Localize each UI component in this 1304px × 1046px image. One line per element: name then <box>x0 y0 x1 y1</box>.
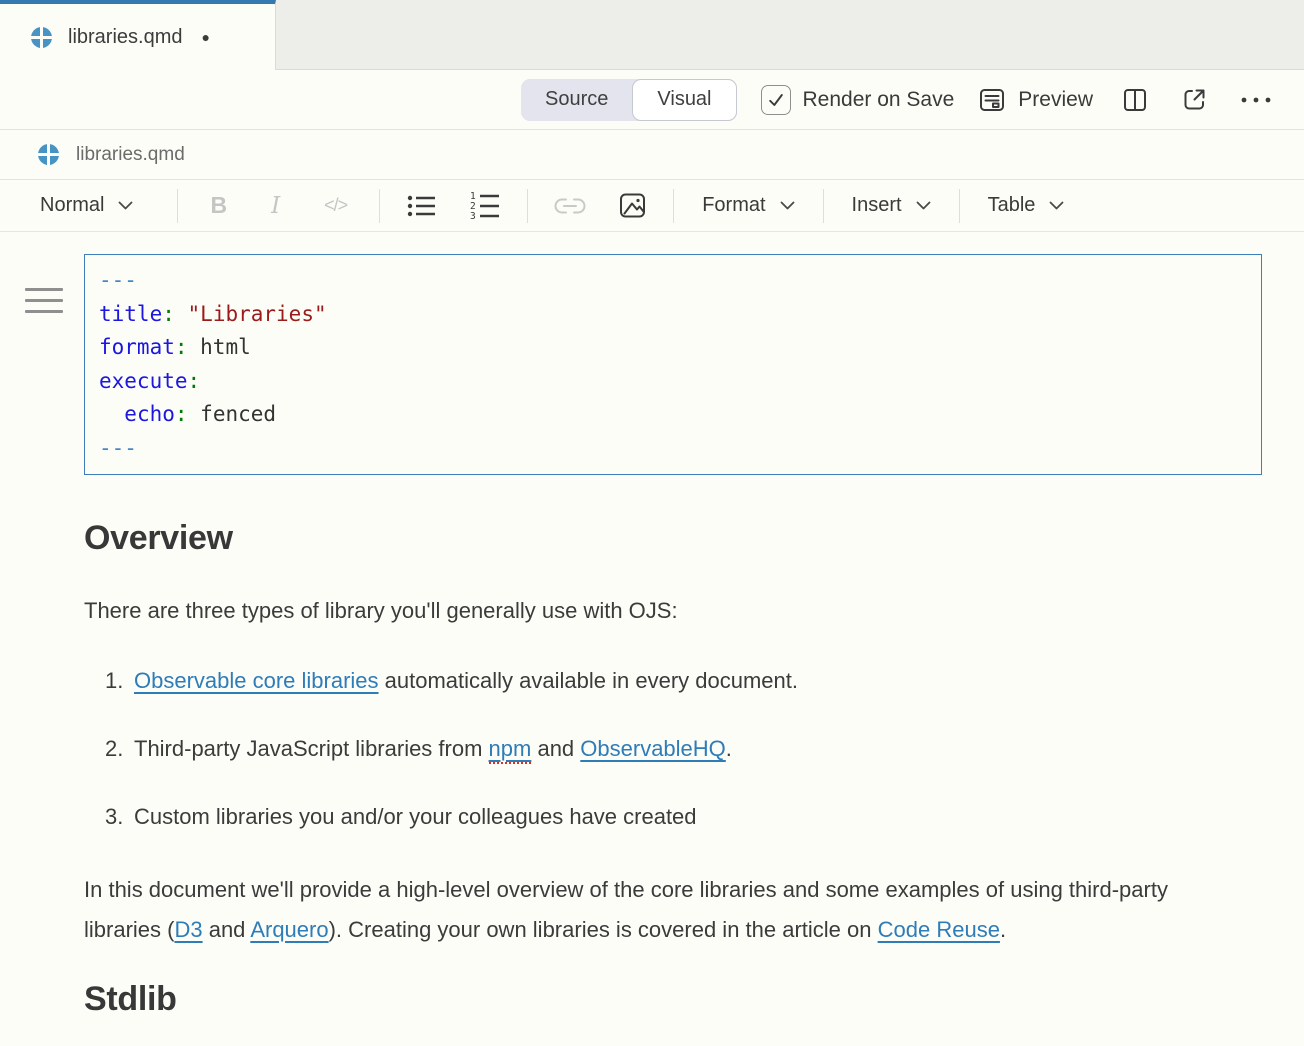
list-item-number: 1. <box>105 666 134 696</box>
text-segment: and <box>203 917 251 942</box>
toolbar-separator <box>959 189 960 223</box>
spellcheck-underline: npm <box>489 736 532 764</box>
link-button[interactable] <box>538 196 602 216</box>
unsaved-dot-indicator: ● <box>201 29 209 45</box>
text-segment: Third-party JavaScript libraries from <box>134 736 489 761</box>
text-segment: Custom libraries you and/or your colleag… <box>134 804 697 829</box>
breadcrumb-filename[interactable]: libraries.qmd <box>76 144 185 166</box>
render-on-save-control[interactable]: Render on Save <box>761 85 955 115</box>
visual-mode-button[interactable]: Visual <box>632 79 736 121</box>
toolbar-separator <box>673 189 674 223</box>
numbered-list: 1.Observable core libraries automaticall… <box>84 666 1262 832</box>
yaml-front-matter-block[interactable]: ---title: "Libraries"format: htmlexecute… <box>84 254 1262 475</box>
table-menu[interactable]: Table <box>970 194 1083 217</box>
quarto-icon <box>37 143 60 166</box>
closing-paragraph: In this document we'll provide a high-le… <box>84 870 1234 950</box>
list-item-text: Third-party JavaScript libraries from np… <box>134 734 732 764</box>
ellipsis-icon <box>1240 96 1272 104</box>
numbered-list-button[interactable]: 1 2 3 <box>453 190 517 222</box>
italic-button[interactable]: I <box>249 193 302 219</box>
bullet-list-button[interactable] <box>390 191 453 221</box>
toolbar-separator <box>379 189 380 223</box>
text-segment: . <box>726 736 732 761</box>
paragraph-style-value: Normal <box>40 194 104 217</box>
chevron-down-icon <box>118 201 133 210</box>
inline-code-button[interactable]: </> <box>302 195 369 216</box>
open-in-new-window-button[interactable] <box>1177 86 1212 113</box>
external-link-icon <box>1181 86 1208 113</box>
text-segment: ). Creating your own libraries is covere… <box>329 917 878 942</box>
doc-link[interactable]: Code Reuse <box>878 917 1000 942</box>
editor-toolbar: Source Visual Render on Save Preview <box>0 70 1304 130</box>
insert-menu[interactable]: Insert <box>834 194 949 217</box>
yaml-code-line: --- <box>99 432 1247 466</box>
breadcrumb: libraries.qmd <box>0 130 1304 180</box>
split-view-icon <box>1121 86 1149 114</box>
list-item-number: 2. <box>105 734 134 764</box>
list-item: 3.Custom libraries you and/or your colle… <box>84 802 1262 832</box>
yaml-code-line: execute: <box>99 365 1247 399</box>
preview-label: Preview <box>1018 88 1093 112</box>
doc-link[interactable]: Arquero <box>250 917 328 942</box>
doc-link[interactable]: ObservableHQ <box>580 736 726 761</box>
tab-libraries-qmd[interactable]: libraries.qmd ● <box>0 0 276 70</box>
more-options-button[interactable] <box>1236 96 1276 104</box>
render-on-save-label: Render on Save <box>803 88 955 112</box>
image-button[interactable] <box>602 191 663 220</box>
doc-link[interactable]: D3 <box>174 917 202 942</box>
text-segment: automatically available in every documen… <box>379 668 798 693</box>
chevron-down-icon <box>916 201 931 210</box>
yaml-code-line: format: html <box>99 331 1247 365</box>
list-item-text: Custom libraries you and/or your colleag… <box>134 802 697 832</box>
preview-icon <box>978 86 1006 114</box>
list-item-text: Observable core libraries automatically … <box>134 666 798 696</box>
tab-title: libraries.qmd <box>68 26 182 49</box>
link-icon <box>554 196 586 216</box>
format-menu-label: Format <box>702 194 765 217</box>
source-visual-toggle: Source Visual <box>521 79 737 121</box>
format-menu[interactable]: Format <box>684 194 812 217</box>
yaml-code-line: --- <box>99 264 1247 298</box>
text-segment: and <box>531 736 580 761</box>
bullet-list-icon <box>406 191 437 221</box>
bold-button[interactable]: B <box>188 192 249 219</box>
doc-link[interactable]: npm <box>489 736 532 764</box>
insert-menu-label: Insert <box>852 194 902 217</box>
quarto-icon <box>30 26 53 49</box>
yaml-code-line: title: "Libraries" <box>99 298 1247 332</box>
svg-text:3: 3 <box>470 211 476 222</box>
render-on-save-checkbox[interactable] <box>761 85 791 115</box>
list-item-number: 3. <box>105 802 134 832</box>
doc-link[interactable]: Observable core libraries <box>134 668 379 693</box>
section-heading-overview: Overview <box>84 519 1262 558</box>
yaml-code-line: echo: fenced <box>99 398 1247 432</box>
toolbar-separator <box>177 189 178 223</box>
source-mode-button[interactable]: Source <box>521 79 632 121</box>
format-toolbar: Normal B I </> 1 2 3 <box>0 180 1304 232</box>
editor-content[interactable]: ---title: "Libraries"format: htmlexecute… <box>0 254 1304 1019</box>
section-heading-stdlib: Stdlib <box>84 980 1262 1019</box>
tab-bar: libraries.qmd ● <box>0 0 1304 70</box>
preview-button[interactable]: Preview <box>978 86 1093 114</box>
toolbar-separator <box>823 189 824 223</box>
chevron-down-icon <box>1049 201 1064 210</box>
numbered-list-icon: 1 2 3 <box>469 190 501 222</box>
image-icon <box>618 191 647 220</box>
table-menu-label: Table <box>988 194 1036 217</box>
intro-paragraph: There are three types of library you'll … <box>84 596 1262 626</box>
list-item: 2.Third-party JavaScript libraries from … <box>84 734 1262 764</box>
split-editor-button[interactable] <box>1117 86 1153 114</box>
chevron-down-icon <box>780 201 795 210</box>
outline-menu-icon[interactable] <box>25 288 63 321</box>
paragraph-style-dropdown[interactable]: Normal <box>22 194 151 217</box>
toolbar-separator <box>527 189 528 223</box>
text-segment: . <box>1000 917 1006 942</box>
list-item: 1.Observable core libraries automaticall… <box>84 666 1262 696</box>
